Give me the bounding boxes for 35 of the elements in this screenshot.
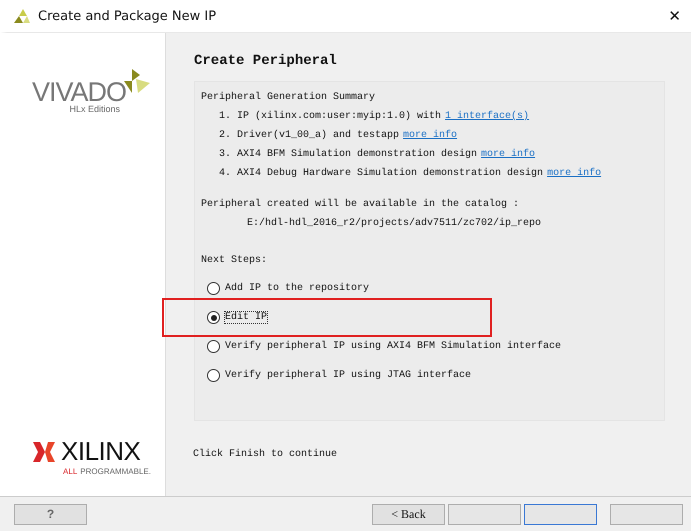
info-link[interactable]: more info	[547, 164, 602, 183]
company-logo-icon	[33, 442, 56, 462]
info-link[interactable]: 1 interface(s)	[445, 107, 530, 126]
back-button[interactable]: < Back	[372, 504, 445, 524]
catalog-path: E:/hdl-hdl_2016_r2/projects/adv7511/zc702/ip_repo	[246, 216, 542, 231]
radio-button[interactable]	[207, 369, 220, 382]
radio-button[interactable]	[207, 282, 220, 295]
footer-note: Click Finish to continue	[193, 449, 338, 460]
tagline: PROGRAMMABLE.	[80, 467, 151, 476]
catalog-note: Peripheral created will be available in the catalog :	[201, 198, 520, 212]
summary-item: 3. AXI4 BFM Simulation demonstration design	[219, 148, 478, 162]
radio-label[interactable]: Edit IP	[224, 311, 268, 324]
radio-label[interactable]: Add IP to the repository	[224, 282, 370, 295]
info-link[interactable]: more info	[403, 126, 458, 145]
product-logo: VIVADO	[32, 77, 126, 107]
company-logo: XILINX	[61, 436, 140, 467]
logo-mark-icon	[124, 69, 150, 95]
close-icon[interactable]: ✕	[668, 7, 681, 25]
summary-title: Peripheral Generation Summary	[201, 90, 376, 105]
edition-label: HLx Editions	[69, 104, 120, 114]
summary-item: 2. Driver(v1_00_a) and testapp	[219, 128, 400, 143]
summary-item: 1. IP (xilinx.com:user:myip:1.0) with	[219, 110, 442, 124]
radio-button[interactable]	[207, 311, 220, 324]
radio-button[interactable]	[207, 340, 220, 353]
tagline-accent: ALL	[63, 467, 78, 476]
help-button[interactable]: ?	[14, 504, 87, 524]
blank-button[interactable]	[524, 504, 597, 524]
page-heading: Create Peripheral	[194, 53, 338, 69]
app-logo-icon	[14, 9, 30, 23]
window-title: Create and Package New IP	[38, 8, 216, 24]
radio-label[interactable]: Verify peripheral IP using AXI4 BFM Simulation interface	[224, 340, 562, 353]
next-steps-label: Next Steps:	[201, 254, 268, 268]
radio-label[interactable]: Verify peripheral IP using JTAG interface	[224, 369, 472, 382]
info-link[interactable]: more info	[481, 145, 536, 164]
summary-item: 4. AXI4 Debug Hardware Simulation demonstration design	[219, 166, 544, 181]
